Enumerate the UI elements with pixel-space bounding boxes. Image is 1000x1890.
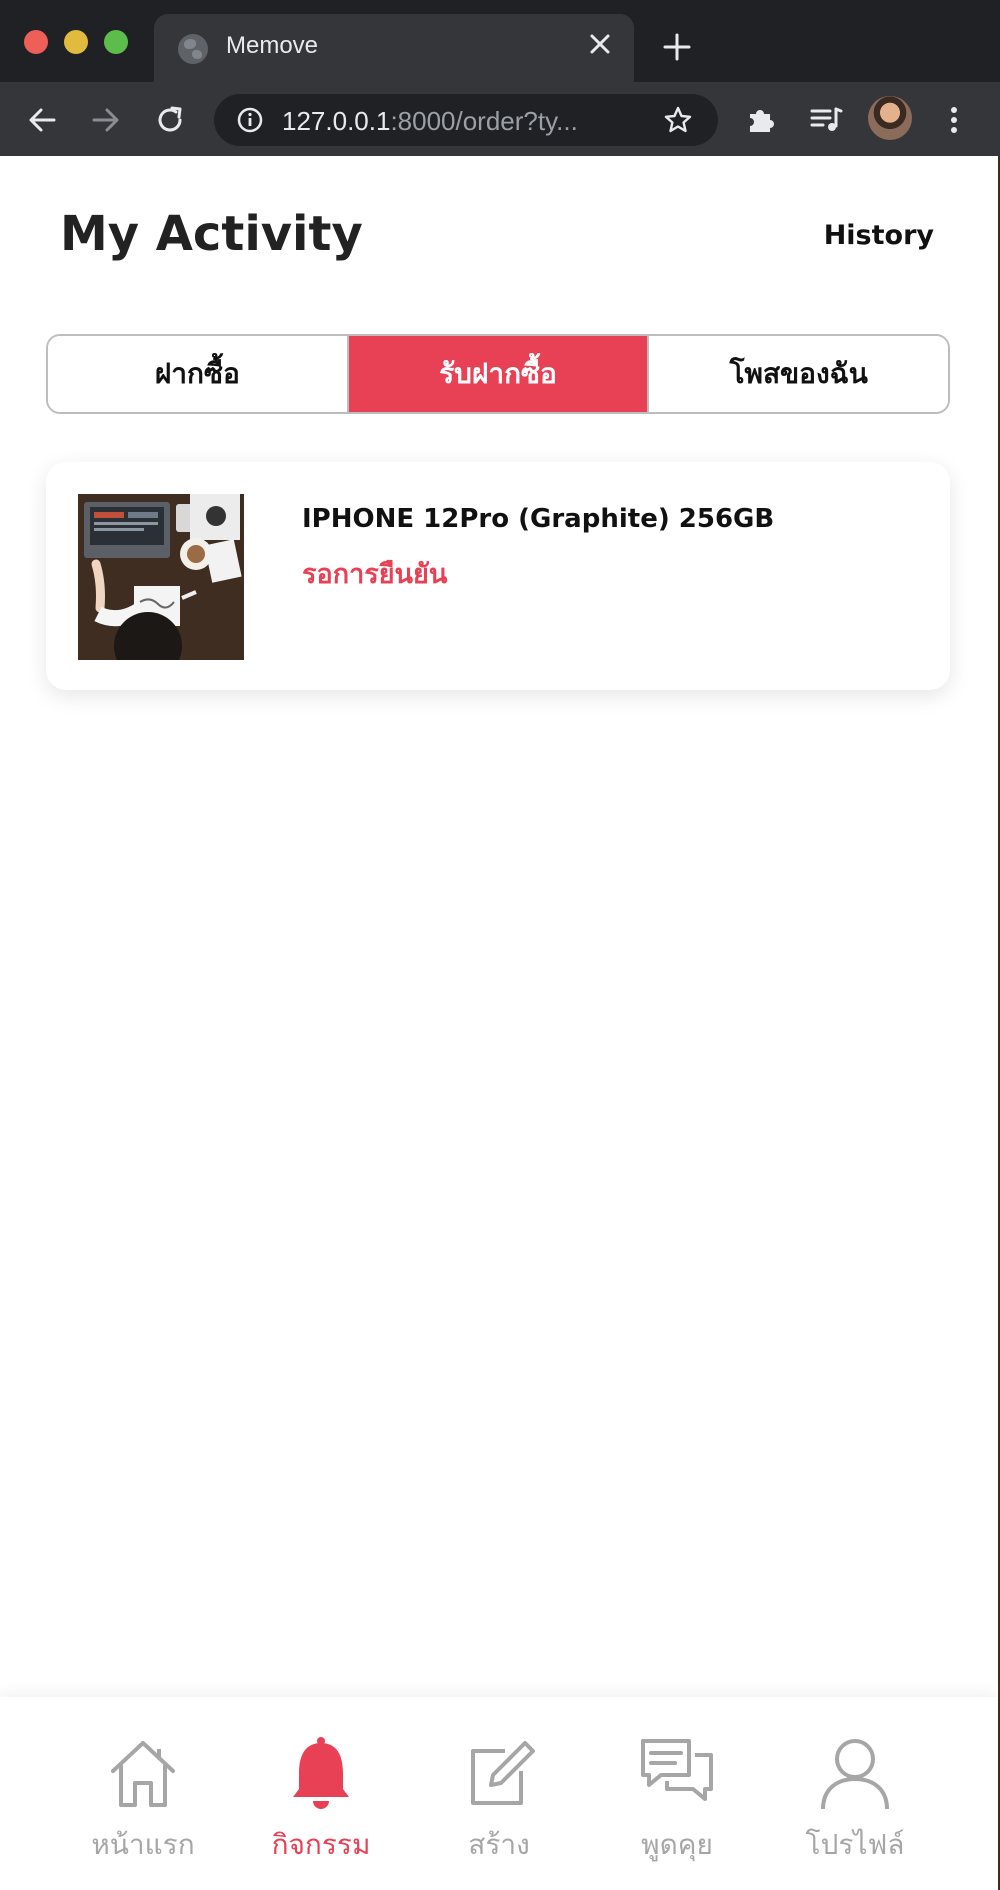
browser-tab[interactable]: Memove [154, 14, 634, 82]
nav-label-profile: โปรไฟล์ [805, 1828, 905, 1861]
tab-buy-for-me[interactable]: ฝากซื้อ [48, 336, 349, 412]
tab-my-posts[interactable]: โพสของฉัน [649, 336, 948, 412]
tab-accept-orders[interactable]: รับฝากซื้อ [348, 336, 650, 412]
history-link[interactable]: History [824, 220, 934, 251]
url-text: 127.0.0.1:8000/order?ty... [282, 106, 578, 137]
activity-tabs: ฝากซื้อ รับฝากซื้อ โพสของฉัน [46, 334, 950, 414]
bell-icon [293, 1737, 349, 1809]
browser-toolbar: 127.0.0.1:8000/order?ty... [0, 82, 1000, 156]
nav-label-chat: พูดคุย [641, 1828, 713, 1861]
bottom-nav: หน้าแรก กิจกรรม สร้าง พูดคุย โปรไฟล์ [0, 1697, 998, 1890]
reload-icon[interactable] [150, 100, 190, 140]
order-thumbnail [78, 494, 244, 660]
page-title: My Activity [60, 206, 363, 262]
nav-profile[interactable]: โปรไฟล์ [766, 1697, 944, 1890]
browser-window: Memove 127.0.0.1:8000/order?ty... My Act… [0, 0, 1000, 1890]
media-queue-icon[interactable] [806, 100, 846, 140]
close-icon[interactable] [584, 28, 616, 60]
globe-icon [178, 34, 208, 64]
new-tab-icon[interactable] [660, 30, 694, 64]
back-icon[interactable] [22, 100, 62, 140]
nav-create[interactable]: สร้าง [410, 1697, 588, 1890]
nav-label-activity: กิจกรรม [271, 1828, 371, 1861]
edit-icon [471, 1741, 535, 1805]
avatar[interactable] [868, 96, 912, 140]
chat-icon [641, 1739, 713, 1801]
info-icon[interactable] [236, 106, 264, 134]
maximize-window-button[interactable] [104, 30, 128, 54]
tab-title: Memove [226, 32, 319, 59]
nav-home[interactable]: หน้าแรก [54, 1697, 232, 1890]
forward-icon[interactable] [86, 100, 126, 140]
close-window-button[interactable] [24, 30, 48, 54]
nav-label-create: สร้าง [468, 1828, 530, 1861]
page-content: My Activity History ฝากซื้อ รับฝากซื้อ โ… [0, 156, 998, 1890]
order-card[interactable]: IPHONE 12Pro (Graphite) 256GB รอการยืนยั… [46, 462, 950, 690]
nav-chat[interactable]: พูดคุย [588, 1697, 766, 1890]
nav-activity[interactable]: กิจกรรม [232, 1697, 410, 1890]
tab-strip: Memove [0, 0, 1000, 82]
home-icon [111, 1741, 175, 1807]
minimize-window-button[interactable] [64, 30, 88, 54]
address-bar[interactable]: 127.0.0.1:8000/order?ty... [214, 94, 718, 146]
url-host: 127.0.0.1 [282, 106, 391, 136]
user-icon [821, 1739, 889, 1810]
puzzle-icon[interactable] [742, 100, 782, 140]
url-path: :8000/order?ty... [390, 106, 578, 136]
star-icon[interactable] [662, 104, 694, 136]
order-title: IPHONE 12Pro (Graphite) 256GB [302, 504, 775, 534]
more-icon[interactable] [934, 100, 974, 140]
order-status: รอการยืนยัน [302, 559, 448, 590]
nav-label-home: หน้าแรก [91, 1828, 195, 1861]
